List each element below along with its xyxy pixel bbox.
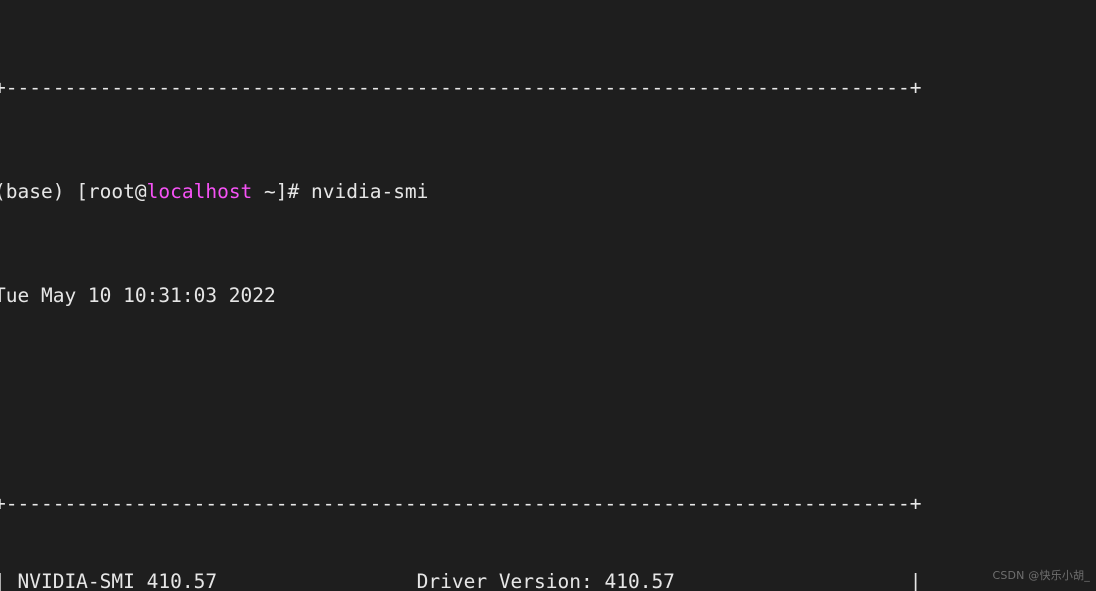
terminal-screen: +---------------------------------------… (0, 0, 933, 591)
prompt-bracket-open: [root@ (76, 180, 147, 203)
prompt-env: (base) (0, 180, 77, 203)
terminal-window[interactable]: +---------------------------------------… (0, 0, 1096, 591)
prompt-bracket-close: ~]# (252, 180, 312, 203)
prompt-command: nvidia-smi (311, 180, 429, 203)
csdn-watermark: CSDN @快乐小胡_ (992, 569, 1090, 582)
rule-top-border: +---------------------------------------… (0, 76, 922, 99)
rule-smi-top: +---------------------------------------… (0, 492, 922, 515)
shell-prompt-line: (base) [root@localhost ~]# nvidia-smi (0, 179, 933, 205)
smi-version-line: | NVIDIA-SMI 410.57 Driver Version: 410.… (0, 570, 922, 591)
prompt-hostname: localhost (146, 180, 253, 203)
nvidia-smi-timestamp: Tue May 10 10:31:03 2022 (0, 284, 276, 307)
